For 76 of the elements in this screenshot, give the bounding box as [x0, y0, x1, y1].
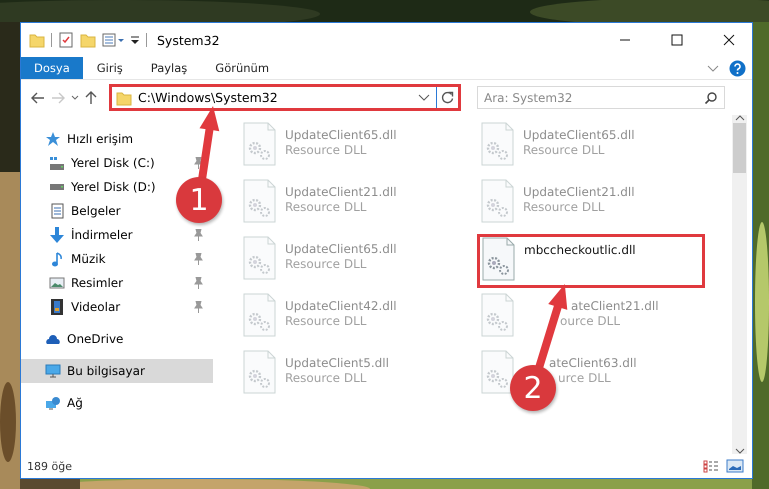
sidebar-label[interactable]: Videolar [71, 300, 120, 314]
file-type: urce DLL [558, 371, 611, 385]
sidebar-label[interactable]: Belgeler [71, 204, 121, 218]
file-type: Resource DLL [285, 371, 366, 385]
minimize-icon [619, 39, 631, 41]
music-note-icon [52, 252, 62, 266]
window-title: System32 [157, 32, 221, 48]
file-name[interactable]: mbccheckoutlic.dll [524, 243, 636, 257]
film-icon [51, 299, 63, 315]
large-icons-view-icon[interactable] [726, 459, 744, 473]
ribbon-tab[interactable]: Paylaş [136, 57, 202, 79]
sidebar-item[interactable]: Bu bilgisayar [21, 359, 213, 383]
address-bar[interactable]: C:\Windows\System32 [109, 84, 461, 111]
drive-icon [49, 184, 65, 190]
back-button[interactable] [31, 92, 45, 104]
network-icon [45, 396, 61, 410]
sidebar-label[interactable]: Resimler [71, 276, 124, 290]
chevron-down-icon[interactable] [418, 94, 430, 101]
folder-icon[interactable] [80, 32, 96, 48]
pin-icon[interactable] [194, 229, 203, 241]
sidebar-label[interactable]: Yerel Disk (D:) [71, 180, 156, 194]
forward-arrow-icon [51, 92, 65, 104]
star-icon [45, 132, 61, 146]
details-view-icon[interactable] [702, 459, 720, 473]
monitor-icon [45, 364, 61, 378]
pin-icon[interactable] [194, 301, 203, 313]
sidebar-label[interactable]: İndirmeler [71, 228, 133, 242]
close-icon [723, 34, 735, 46]
up-arrow-icon [85, 90, 97, 104]
chevron-down-icon [71, 95, 79, 100]
sidebar-label[interactable]: Ağ [67, 396, 83, 410]
ribbon-tab[interactable]: Dosya [21, 57, 83, 79]
chevron-down-icon[interactable] [707, 64, 719, 72]
ribbon-tab[interactable]: Giriş [82, 57, 137, 79]
scroll-thumb[interactable] [733, 123, 746, 173]
up-button[interactable] [85, 90, 97, 104]
down-arrow-icon [50, 227, 64, 243]
checklist-icon[interactable] [58, 32, 74, 48]
file-type: Resource DLL [523, 200, 604, 214]
sidebar-label[interactable]: Müzik [71, 252, 106, 266]
search-icon [704, 91, 718, 105]
document-icon [50, 203, 64, 219]
item-count: 189 öğe [27, 460, 73, 472]
properties-icon[interactable] [102, 32, 124, 48]
picture-icon [49, 277, 65, 289]
folder-icon[interactable] [29, 32, 45, 48]
file-type: Resource DLL [523, 143, 604, 157]
file-type: Resource DLL [285, 314, 366, 328]
ribbon-tab[interactable]: Görünüm [201, 57, 284, 79]
file-type: Resource DLL [285, 257, 366, 271]
sidebar-label[interactable]: OneDrive [67, 332, 124, 346]
pin-icon[interactable] [194, 157, 203, 169]
gear-file-icon[interactable] [481, 350, 515, 394]
scrollbar[interactable] [732, 115, 747, 454]
gear-file-icon[interactable] [482, 237, 516, 281]
back-arrow-icon [31, 92, 45, 104]
maximize-icon [671, 34, 683, 46]
file-type: Resource DLL [285, 200, 366, 214]
pin-icon[interactable] [194, 253, 203, 265]
scroll-down-icon[interactable] [734, 448, 744, 454]
file-type: ource DLL [560, 314, 620, 328]
refresh-icon [441, 91, 454, 104]
recent-locations-button[interactable] [71, 95, 79, 100]
folder-icon [116, 90, 132, 106]
cloud-icon [45, 334, 61, 344]
file-type: Resource DLL [285, 143, 366, 157]
drive-icon [49, 156, 65, 170]
forward-button[interactable] [51, 92, 65, 104]
pin-icon[interactable] [194, 277, 203, 289]
help-icon[interactable] [729, 60, 746, 76]
scroll-up-icon[interactable] [734, 115, 744, 121]
search-field[interactable]: Ara: System32 [477, 86, 725, 109]
sidebar-label[interactable]: Hızlı erişim [67, 132, 134, 146]
sidebar-label[interactable]: Yerel Disk (C:) [71, 156, 155, 170]
address-path: C:\Windows\System32 [138, 90, 279, 105]
dropdown-icon[interactable] [130, 34, 140, 46]
